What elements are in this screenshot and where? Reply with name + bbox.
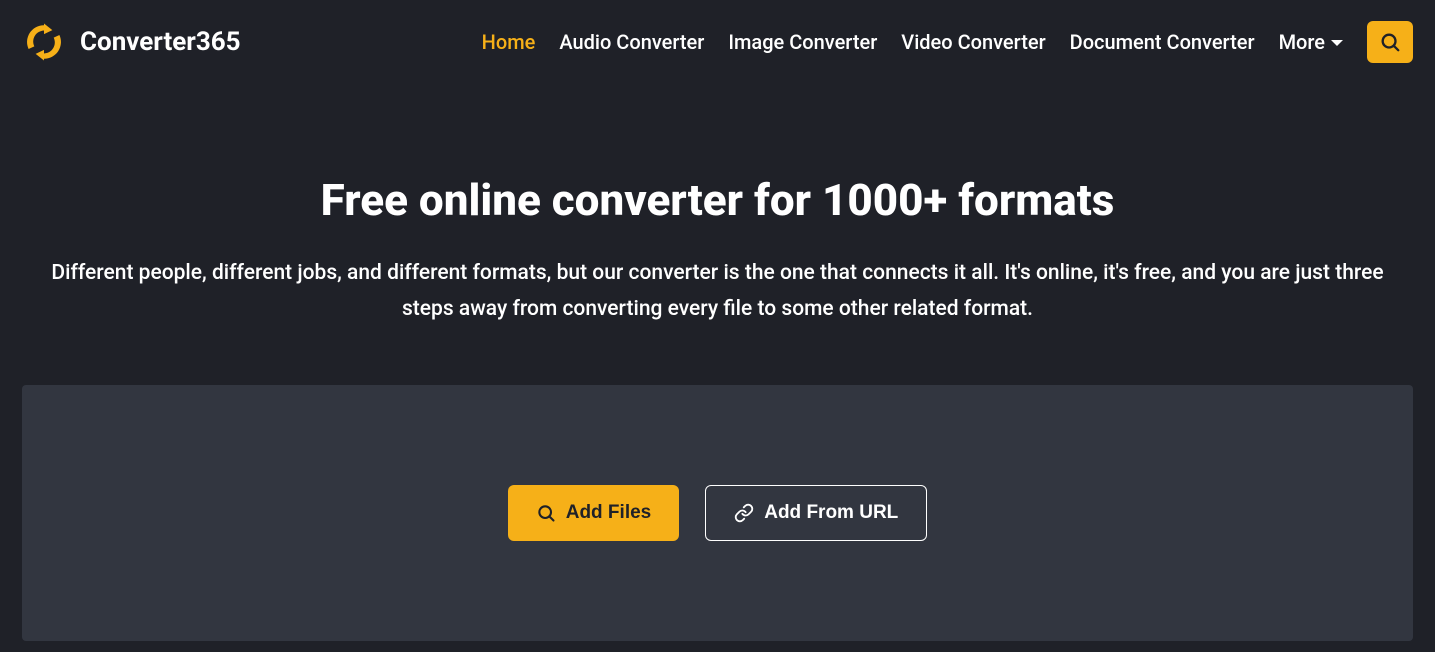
nav-image-converter[interactable]: Image Converter — [728, 30, 877, 54]
nav-more[interactable]: More — [1279, 30, 1343, 54]
nav-more-label: More — [1279, 30, 1325, 54]
nav-home[interactable]: Home — [482, 30, 536, 54]
add-from-url-button[interactable]: Add From URL — [705, 485, 927, 541]
add-from-url-label: Add From URL — [764, 502, 898, 524]
brand-name: Converter365 — [80, 27, 241, 57]
search-icon — [1379, 31, 1401, 53]
search-icon — [536, 503, 556, 523]
navigation: Home Audio Converter Image Converter Vid… — [482, 21, 1413, 63]
page-subtitle: Different people, different jobs, and di… — [20, 256, 1415, 327]
header: Converter365 Home Audio Converter Image … — [0, 0, 1435, 84]
link-icon — [734, 503, 754, 523]
chevron-down-icon — [1331, 40, 1343, 46]
convert-icon — [22, 20, 66, 64]
search-button[interactable] — [1367, 21, 1413, 63]
nav-document-converter[interactable]: Document Converter — [1070, 30, 1255, 54]
nav-audio-converter[interactable]: Audio Converter — [559, 30, 704, 54]
add-files-button[interactable]: Add Files — [508, 485, 680, 541]
logo[interactable]: Converter365 — [22, 20, 241, 64]
main: Free online converter for 1000+ formats … — [0, 84, 1435, 641]
page-title: Free online converter for 1000+ formats — [0, 174, 1435, 226]
add-files-label: Add Files — [566, 502, 652, 524]
nav-video-converter[interactable]: Video Converter — [901, 30, 1045, 54]
dropzone[interactable]: Add Files Add From URL — [22, 385, 1413, 641]
